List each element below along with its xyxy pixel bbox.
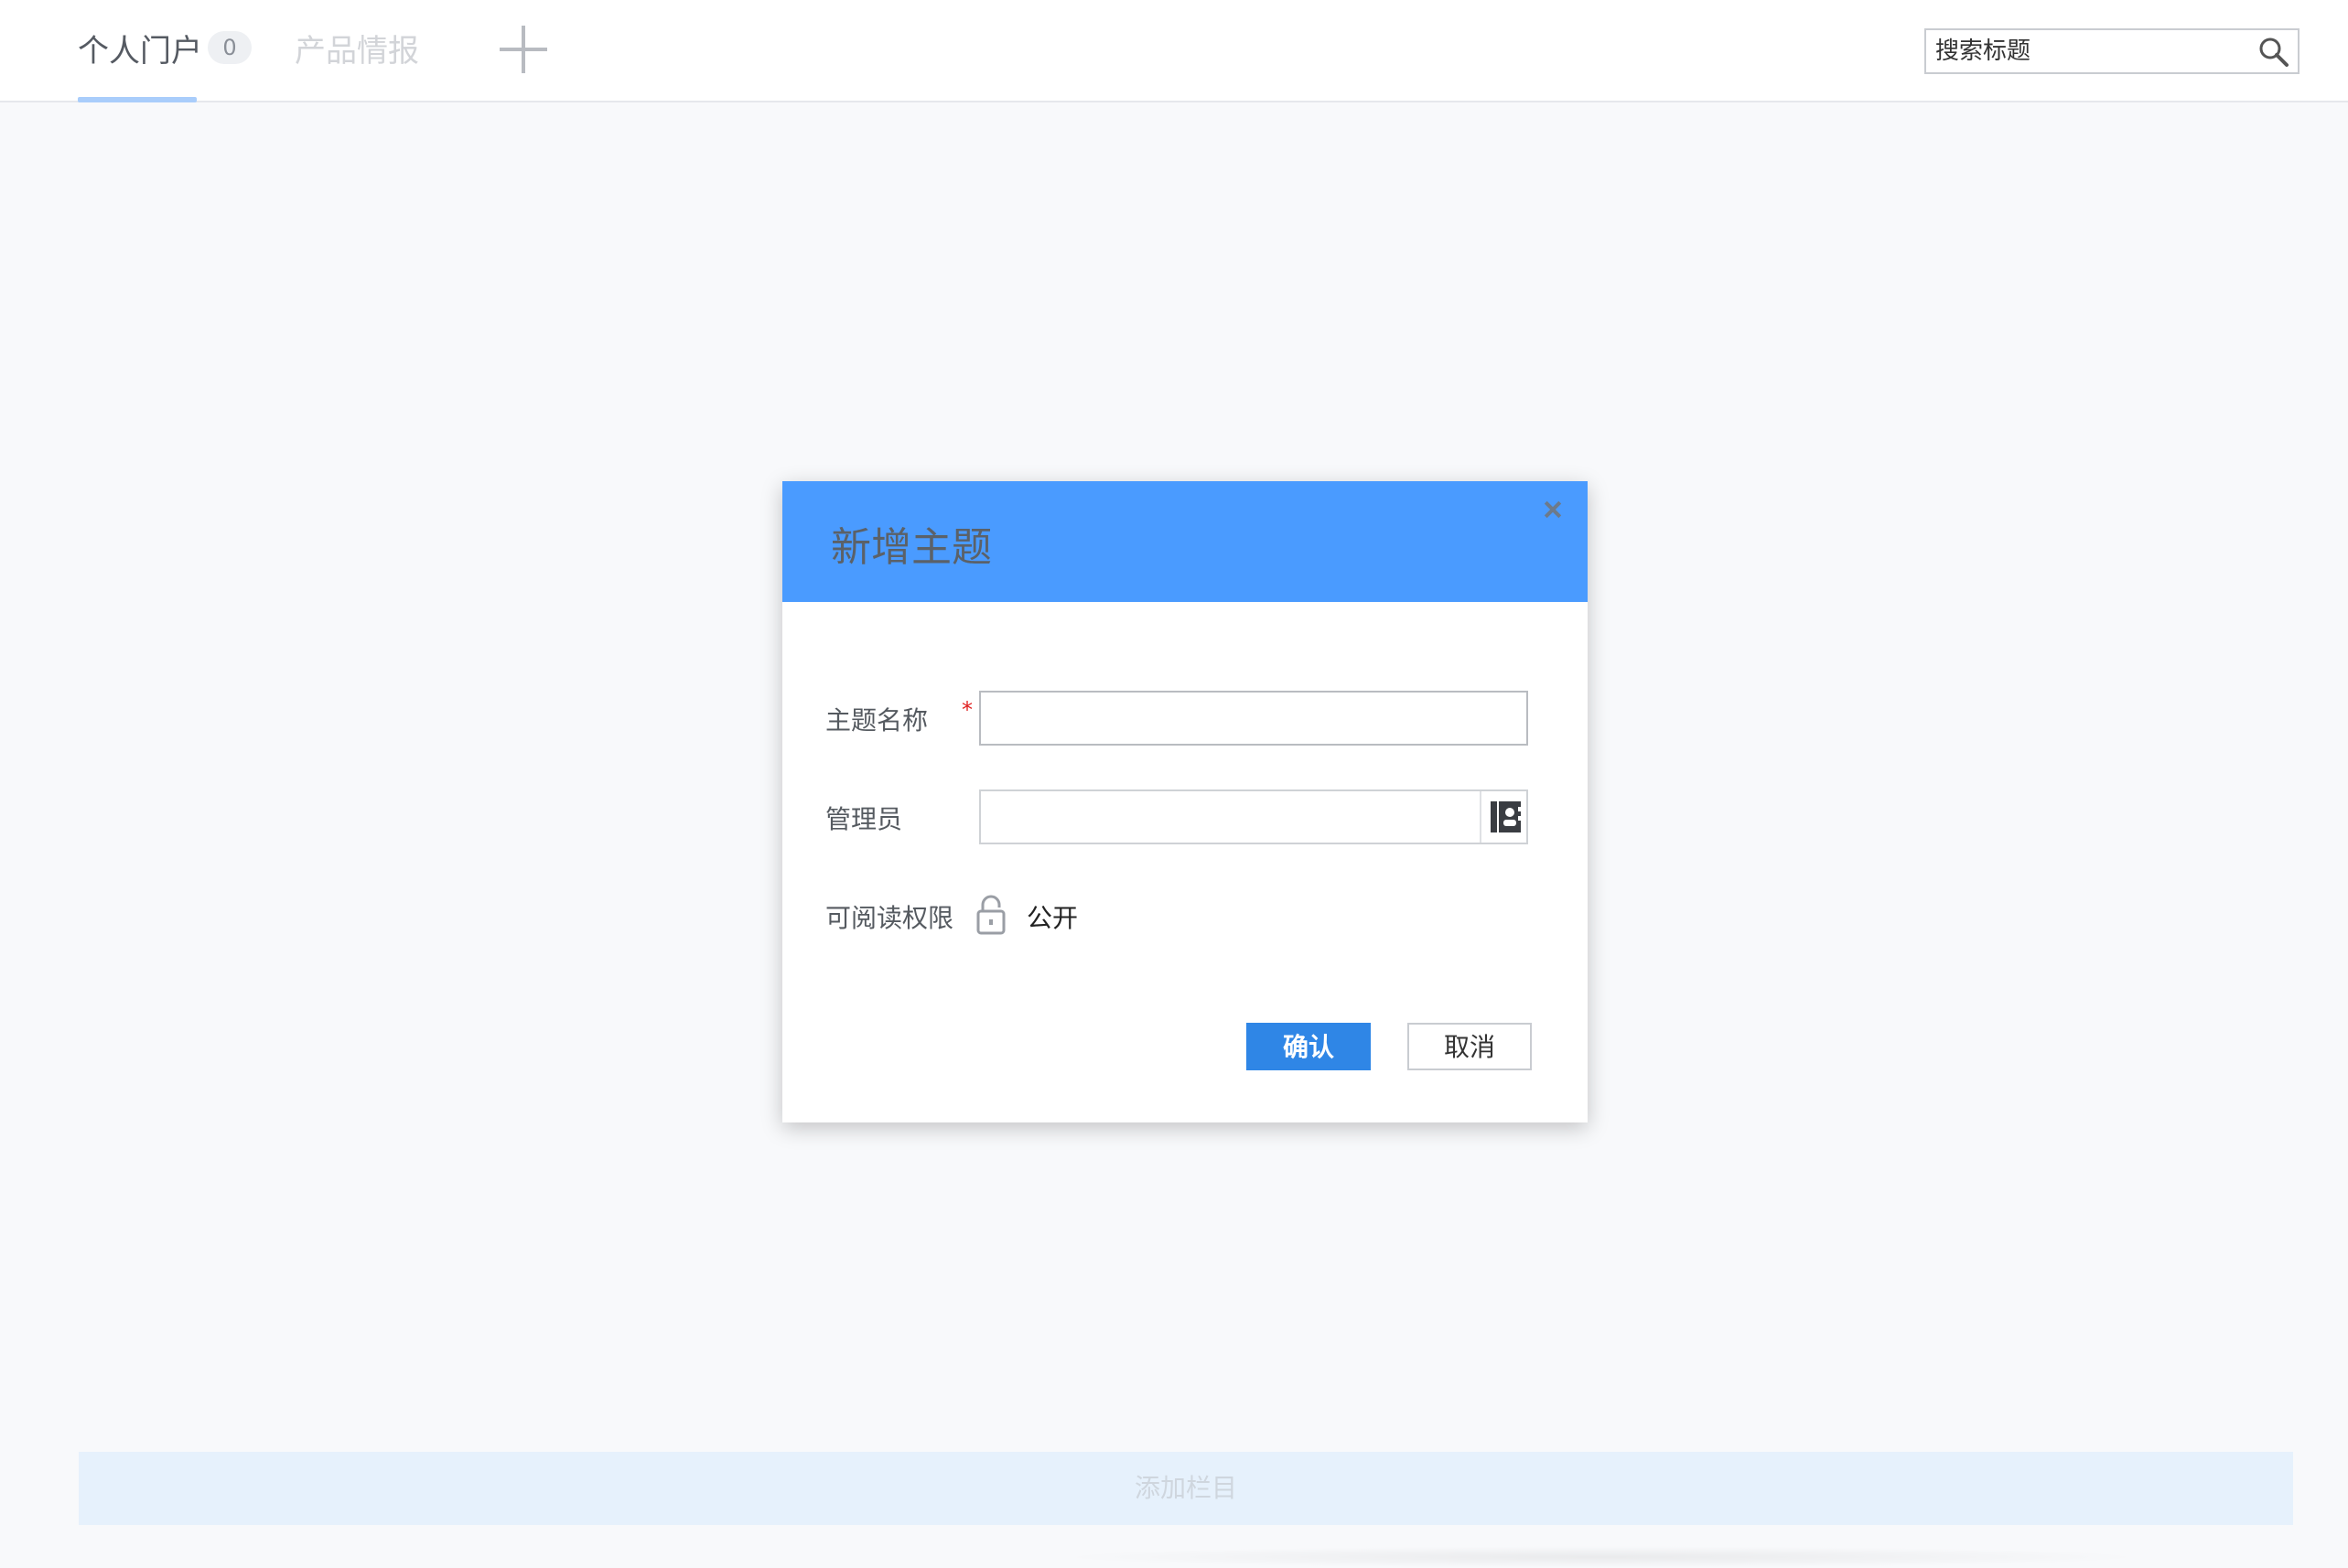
tab-personal-label: 个人门户 — [78, 32, 202, 70]
active-tab-indicator — [78, 97, 197, 102]
top-tab-bar: 个人门户 0 产品情报 — [0, 0, 2348, 102]
search-icon[interactable] — [2257, 36, 2290, 69]
admin-field-divider — [1480, 791, 1481, 843]
admin-field — [979, 789, 1528, 844]
tab-product-label: 产品情报 — [295, 32, 419, 70]
bottom-shadow — [1052, 1546, 2150, 1568]
read-permission-label: 可阅读权限 — [825, 903, 954, 933]
add-column-button[interactable]: 添加栏目 — [79, 1452, 2293, 1525]
admin-input[interactable] — [981, 791, 1480, 843]
read-permission-value: 公开 — [1027, 903, 1079, 933]
add-tab-plus-icon[interactable] — [500, 26, 547, 73]
cancel-button[interactable]: 取消 — [1407, 1023, 1532, 1070]
topic-name-label: 主题名称 — [825, 705, 929, 736]
topic-name-input[interactable] — [979, 691, 1528, 746]
dialog-title: 新增主题 — [831, 524, 992, 571]
tab-product-intel[interactable]: 产品情报 — [295, 26, 419, 70]
tab-personal-portal[interactable]: 个人门户 0 — [78, 26, 252, 70]
close-icon[interactable] — [1540, 498, 1566, 523]
search-input[interactable] — [1926, 30, 2246, 72]
tab-personal-count-badge: 0 — [208, 31, 252, 64]
contacts-icon[interactable] — [1490, 799, 1523, 835]
required-mark: * — [962, 697, 973, 723]
admin-label: 管理员 — [825, 804, 903, 834]
confirm-button[interactable]: 确认 — [1246, 1023, 1371, 1070]
lock-icon — [976, 895, 1006, 935]
search-box — [1924, 28, 2300, 74]
dialog-header: 新增主题 — [782, 481, 1588, 602]
new-topic-dialog: 新增主题 主题名称 * 管理员 可阅读权限 公开 确认 取消 — [782, 481, 1588, 1122]
